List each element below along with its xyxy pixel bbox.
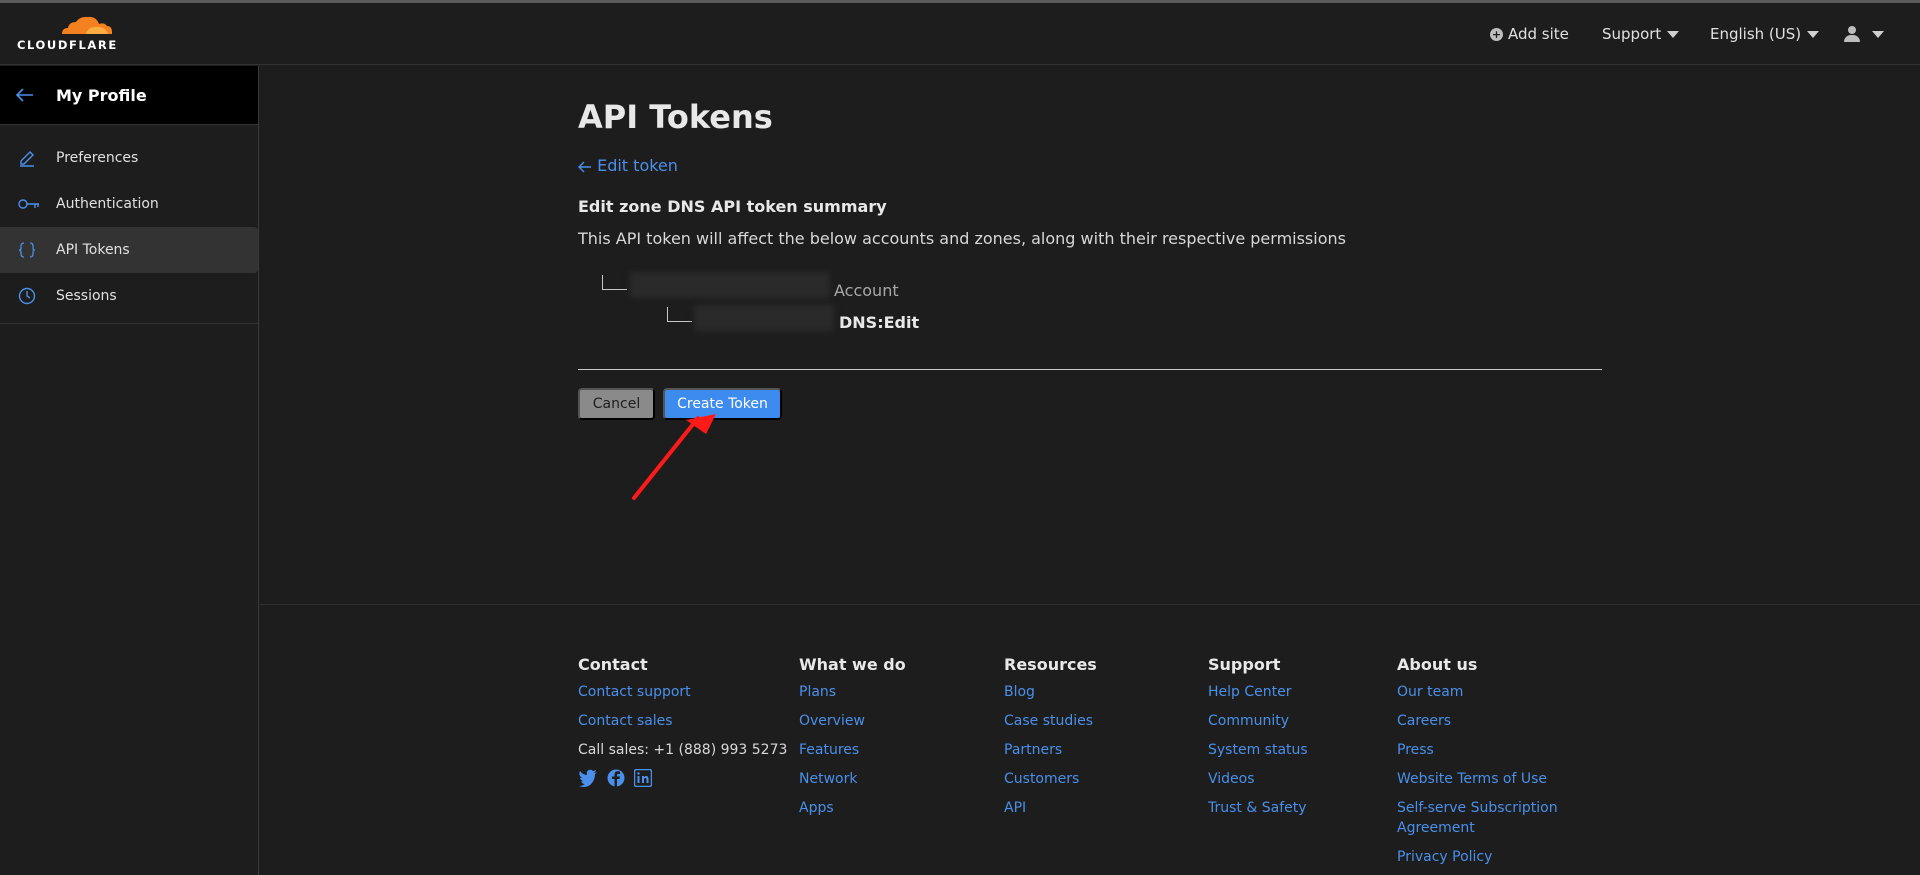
- linkedin-icon[interactable]: [633, 768, 653, 791]
- braces-icon: [18, 241, 56, 259]
- arrow-left-icon[interactable]: [15, 83, 56, 107]
- footer-support: Support Help Center Community System sta…: [1208, 655, 1308, 827]
- footer-link[interactable]: API: [1004, 798, 1097, 818]
- footer-link[interactable]: Partners: [1004, 740, 1097, 760]
- edit-token-link[interactable]: Edit token: [578, 156, 678, 175]
- footer-heading: What we do: [799, 655, 906, 674]
- page-title: API Tokens: [578, 98, 773, 136]
- summary-title: Edit zone DNS API token summary: [578, 197, 887, 216]
- logo-wordmark: CLOUDFLARE: [17, 38, 118, 52]
- tree-connector: [667, 307, 692, 322]
- footer-link[interactable]: Help Center: [1208, 682, 1308, 702]
- language-label: English (US): [1710, 25, 1802, 43]
- summary-description: This API token will affect the below acc…: [578, 229, 1346, 248]
- footer-link[interactable]: Careers: [1397, 711, 1558, 731]
- top-bar: CLOUDFLARE + Add site Support English (U…: [0, 3, 1920, 65]
- footer-link[interactable]: Network: [799, 769, 906, 789]
- social-links: [578, 768, 787, 791]
- sidebar-item-api-tokens[interactable]: API Tokens: [0, 227, 258, 273]
- sidebar-title: My Profile: [56, 85, 147, 105]
- support-label: Support: [1602, 25, 1662, 43]
- sidebar-item-preferences[interactable]: Preferences: [0, 135, 258, 181]
- footer-link[interactable]: Apps: [799, 798, 906, 818]
- footer-link[interactable]: Self-serve Subscription: [1397, 798, 1558, 818]
- caret-down-icon: [1807, 30, 1820, 38]
- sidebar-item-authentication[interactable]: Authentication: [0, 181, 258, 227]
- divider: [578, 369, 1602, 370]
- footer-link[interactable]: Blog: [1004, 682, 1097, 702]
- footer-link[interactable]: Our team: [1397, 682, 1558, 702]
- cloudflare-logo[interactable]: CLOUDFLARE: [16, 14, 124, 54]
- footer-heading: Support: [1208, 655, 1281, 674]
- footer-link[interactable]: Plans: [799, 682, 906, 702]
- redacted-zone-name: [694, 305, 834, 331]
- user-menu[interactable]: [1844, 3, 1884, 65]
- footer-link[interactable]: Press: [1397, 740, 1558, 760]
- footer-link[interactable]: Privacy Policy: [1397, 847, 1558, 867]
- footer-link[interactable]: Website Terms of Use: [1397, 769, 1558, 789]
- language-menu[interactable]: English (US): [1710, 3, 1820, 65]
- sidebar-item-label: Preferences: [56, 150, 139, 166]
- footer-link[interactable]: Features: [799, 740, 906, 760]
- footer-link[interactable]: Case studies: [1004, 711, 1097, 731]
- plus-circle-icon: +: [1490, 27, 1503, 41]
- sidebar-nav: Preferences Authentication API Tokens Se…: [0, 125, 258, 324]
- footer-link[interactable]: Customers: [1004, 769, 1097, 789]
- footer-about: About us Our team Careers Press Website …: [1397, 655, 1558, 875]
- clock-icon: [18, 287, 56, 305]
- footer: Contact Contact support Contact sales Ca…: [260, 604, 1920, 875]
- footer-link[interactable]: Community: [1208, 711, 1308, 731]
- arrow-left-icon: [578, 156, 597, 175]
- caret-down-icon: [1667, 30, 1680, 38]
- user-icon: [1844, 26, 1860, 42]
- footer-what-we-do: What we do Plans Overview Features Netwo…: [799, 655, 906, 827]
- footer-heading: Contact: [578, 655, 648, 674]
- footer-contact: Contact Contact support Contact sales Ca…: [578, 655, 787, 791]
- pencil-icon: [18, 149, 56, 167]
- key-icon: [18, 197, 56, 211]
- footer-link[interactable]: System status: [1208, 740, 1308, 760]
- redacted-account-name: [630, 272, 830, 298]
- add-site-button[interactable]: + Add site: [1490, 3, 1569, 65]
- support-menu[interactable]: Support: [1602, 3, 1680, 65]
- footer-link[interactable]: Trust & Safety: [1208, 798, 1308, 818]
- sidebar-item-label: Sessions: [56, 288, 117, 304]
- footer-heading: About us: [1397, 655, 1478, 674]
- edit-token-label: Edit token: [597, 156, 678, 175]
- sidebar-item-label: API Tokens: [56, 242, 130, 258]
- footer-heading: Resources: [1004, 655, 1097, 674]
- tree-connector: [602, 275, 627, 290]
- sidebar-item-sessions[interactable]: Sessions: [0, 273, 258, 319]
- footer-link[interactable]: Contact support: [578, 682, 787, 702]
- facebook-icon[interactable]: [607, 769, 625, 791]
- account-label: Account: [834, 281, 899, 300]
- call-sales-text: Call sales: +1 (888) 993 5273: [578, 742, 788, 758]
- sidebar-header[interactable]: My Profile: [0, 66, 258, 125]
- annotation-arrow: [632, 414, 716, 500]
- footer-link[interactable]: Contact sales: [578, 711, 787, 731]
- permission-label: DNS:Edit: [839, 313, 920, 332]
- footer-link[interactable]: Videos: [1208, 769, 1308, 789]
- twitter-icon[interactable]: [578, 769, 598, 791]
- sidebar-item-label: Authentication: [56, 196, 159, 212]
- add-site-label: Add site: [1508, 25, 1569, 43]
- cloud-icon: [62, 16, 112, 34]
- footer-link[interactable]: Overview: [799, 711, 906, 731]
- footer-link[interactable]: Agreement: [1397, 818, 1558, 838]
- sidebar: My Profile Preferences Authentication AP…: [0, 66, 259, 875]
- footer-resources: Resources Blog Case studies Partners Cus…: [1004, 655, 1097, 827]
- caret-down-icon: [1872, 30, 1884, 38]
